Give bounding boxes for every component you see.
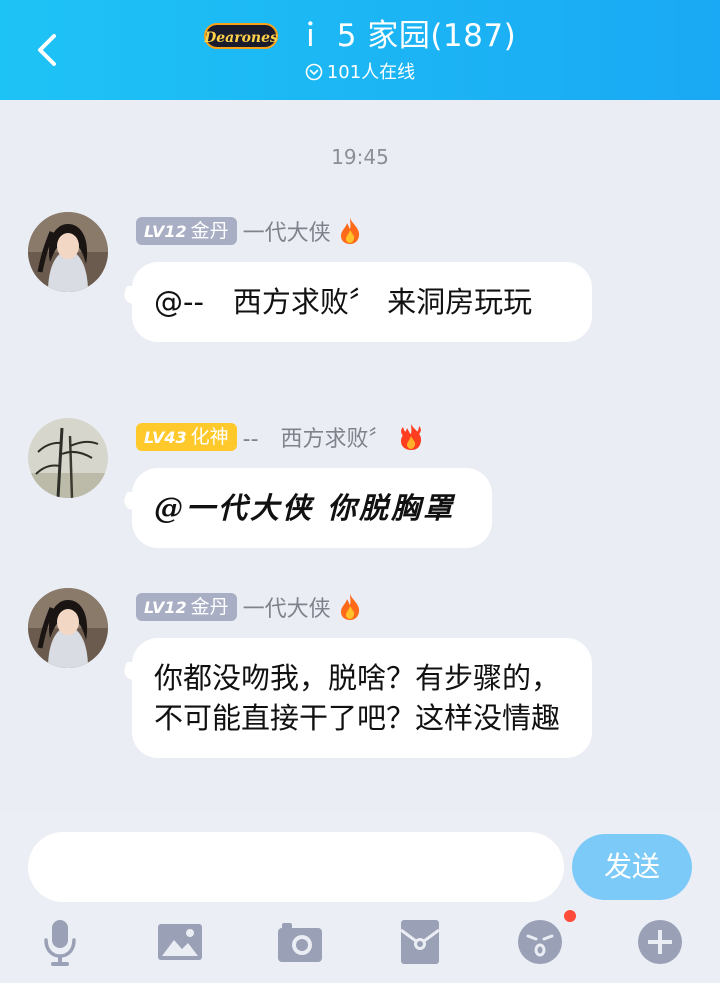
input-area: 发送	[0, 812, 720, 983]
emoji-icon[interactable]	[516, 918, 564, 966]
message-text: @-- 西方求败〞 来洞房玩玩	[154, 285, 533, 319]
camera-icon[interactable]	[276, 918, 324, 966]
message-bubble[interactable]: 你都没吻我，脱啥？有步骤的，不可能直接干了吧？这样没情趣	[132, 638, 592, 758]
send-button[interactable]: 发送	[572, 834, 692, 900]
fire-icon	[340, 594, 359, 620]
microphone-icon[interactable]	[36, 918, 84, 966]
input-toolbar	[0, 910, 720, 968]
avatar[interactable]	[28, 588, 108, 668]
chevron-down-circle-icon	[305, 63, 323, 81]
avatar[interactable]	[28, 418, 108, 498]
level-badge: LV43 化神	[136, 423, 237, 451]
svg-text:Dearones: Dearones	[204, 30, 278, 46]
message-input[interactable]	[28, 832, 564, 902]
red-packet-icon[interactable]	[396, 918, 444, 966]
group-logo: Dearones	[203, 23, 278, 49]
avatar[interactable]	[28, 212, 108, 292]
message-text: 你都没吻我，脱啥？有步骤的，不可能直接干了吧？这样没情趣	[154, 661, 561, 735]
sender-name[interactable]: -- 西方求败〞	[243, 421, 391, 453]
sender-name[interactable]: 一代大侠	[243, 215, 331, 247]
message-bubble[interactable]: @-- 西方求败〞 来洞房玩玩	[132, 262, 592, 342]
group-title: ｉ 5 家园(187)	[294, 18, 517, 54]
level-badge: LV12 金丹	[136, 593, 237, 621]
chat-header: Dearones ｉ 5 家园(187) 101人在线	[0, 0, 720, 100]
sender-name[interactable]: 一代大侠	[243, 591, 331, 623]
image-icon[interactable]	[156, 918, 204, 966]
level-badge: LV12 金丹	[136, 217, 237, 245]
online-count[interactable]: 101人在线	[0, 61, 720, 85]
sender-meta: LV43 化神 -- 西方求败〞	[136, 421, 425, 452]
online-count-text: 101人在线	[326, 62, 416, 83]
notification-dot	[564, 910, 576, 922]
fire-icon	[340, 218, 359, 244]
message-text: @一代大侠 你脱胸罩	[154, 491, 456, 525]
sender-meta: LV12 金丹 一代大侠	[136, 215, 363, 246]
fire-icon	[400, 424, 421, 450]
plus-icon[interactable]	[636, 918, 684, 966]
message-timestamp: 19:45	[331, 145, 389, 169]
sender-meta: LV12 金丹 一代大侠	[136, 591, 363, 622]
title-row[interactable]: Dearones ｉ 5 家园(187)	[0, 16, 720, 56]
message-bubble[interactable]: @一代大侠 你脱胸罩	[132, 468, 492, 548]
